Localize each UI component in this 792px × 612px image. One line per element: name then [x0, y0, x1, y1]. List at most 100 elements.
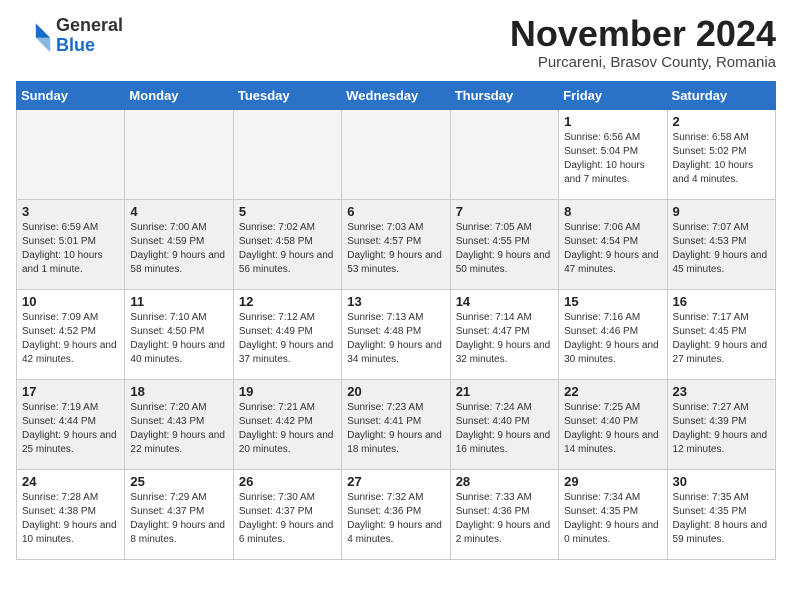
calendar-cell [233, 110, 341, 200]
day-number: 5 [239, 204, 336, 219]
day-info: Sunrise: 7:27 AM Sunset: 4:39 PM Dayligh… [673, 401, 770, 457]
day-number: 27 [347, 474, 444, 489]
day-number: 16 [673, 294, 770, 309]
day-number: 26 [239, 474, 336, 489]
day-number: 10 [22, 294, 119, 309]
day-info: Sunrise: 7:25 AM Sunset: 4:40 PM Dayligh… [564, 401, 661, 457]
day-info: Sunrise: 7:12 AM Sunset: 4:49 PM Dayligh… [239, 311, 336, 367]
calendar-week-row: 17 Sunrise: 7:19 AM Sunset: 4:44 PM Dayli… [17, 380, 776, 470]
day-number: 13 [347, 294, 444, 309]
day-number: 2 [673, 114, 770, 129]
calendar-cell: 21 Sunrise: 7:24 AM Sunset: 4:40 PM Dayli… [450, 380, 558, 470]
calendar-week-row: 1 Sunrise: 6:56 AM Sunset: 5:04 PM Daylig… [17, 110, 776, 200]
day-info: Sunrise: 7:03 AM Sunset: 4:57 PM Dayligh… [347, 221, 444, 277]
day-number: 1 [564, 114, 661, 129]
day-number: 15 [564, 294, 661, 309]
page-header: General Blue November 2024 Purcareni, Br… [16, 16, 776, 71]
calendar-cell: 1 Sunrise: 6:56 AM Sunset: 5:04 PM Daylig… [559, 110, 667, 200]
logo-icon [16, 18, 52, 54]
day-info: Sunrise: 7:17 AM Sunset: 4:45 PM Dayligh… [673, 311, 770, 367]
day-info: Sunrise: 7:09 AM Sunset: 4:52 PM Dayligh… [22, 311, 119, 367]
day-number: 14 [456, 294, 553, 309]
day-info: Sunrise: 7:34 AM Sunset: 4:35 PM Dayligh… [564, 491, 661, 547]
calendar-cell: 22 Sunrise: 7:25 AM Sunset: 4:40 PM Dayli… [559, 380, 667, 470]
month-title: November 2024 [510, 16, 776, 52]
day-number: 17 [22, 384, 119, 399]
day-info: Sunrise: 7:35 AM Sunset: 4:35 PM Dayligh… [673, 491, 770, 547]
calendar-table: SundayMondayTuesdayWednesdayThursdayFrid… [16, 81, 776, 560]
day-info: Sunrise: 7:14 AM Sunset: 4:47 PM Dayligh… [456, 311, 553, 367]
calendar-cell: 17 Sunrise: 7:19 AM Sunset: 4:44 PM Dayli… [17, 380, 125, 470]
day-info: Sunrise: 7:05 AM Sunset: 4:55 PM Dayligh… [456, 221, 553, 277]
calendar-cell: 11Sunrise: 7:10 AM Sunset: 4:50 PM Dayli… [125, 290, 233, 380]
calendar-cell: 29 Sunrise: 7:34 AM Sunset: 4:35 PM Dayli… [559, 470, 667, 560]
day-number: 12 [239, 294, 336, 309]
day-number: 7 [456, 204, 553, 219]
day-number: 28 [456, 474, 553, 489]
day-info: Sunrise: 7:28 AM Sunset: 4:38 PM Dayligh… [22, 491, 119, 547]
calendar-cell: 28 Sunrise: 7:33 AM Sunset: 4:36 PM Dayli… [450, 470, 558, 560]
calendar-cell: 15Sunrise: 7:16 AM Sunset: 4:46 PM Dayli… [559, 290, 667, 380]
day-number: 3 [22, 204, 119, 219]
calendar-cell: 20 Sunrise: 7:23 AM Sunset: 4:41 PM Dayli… [342, 380, 450, 470]
calendar-cell: 2 Sunrise: 6:58 AM Sunset: 5:02 PM Daylig… [667, 110, 775, 200]
calendar-cell: 18 Sunrise: 7:20 AM Sunset: 4:43 PM Dayli… [125, 380, 233, 470]
calendar-cell: 25Sunrise: 7:29 AM Sunset: 4:37 PM Dayli… [125, 470, 233, 560]
day-number: 23 [673, 384, 770, 399]
day-info: Sunrise: 7:21 AM Sunset: 4:42 PM Dayligh… [239, 401, 336, 457]
day-info: Sunrise: 7:32 AM Sunset: 4:36 PM Dayligh… [347, 491, 444, 547]
calendar-cell [125, 110, 233, 200]
day-number: 8 [564, 204, 661, 219]
day-info: Sunrise: 7:23 AM Sunset: 4:41 PM Dayligh… [347, 401, 444, 457]
day-info: Sunrise: 7:33 AM Sunset: 4:36 PM Dayligh… [456, 491, 553, 547]
day-number: 18 [130, 384, 227, 399]
weekday-header-tuesday: Tuesday [233, 82, 341, 110]
weekday-header-thursday: Thursday [450, 82, 558, 110]
day-number: 22 [564, 384, 661, 399]
day-info: Sunrise: 6:56 AM Sunset: 5:04 PM Dayligh… [564, 131, 661, 187]
day-info: Sunrise: 7:20 AM Sunset: 4:43 PM Dayligh… [130, 401, 227, 457]
weekday-header-friday: Friday [559, 82, 667, 110]
calendar-cell: 6 Sunrise: 7:03 AM Sunset: 4:57 PM Daylig… [342, 200, 450, 290]
day-number: 21 [456, 384, 553, 399]
weekday-header-wednesday: Wednesday [342, 82, 450, 110]
day-number: 30 [673, 474, 770, 489]
day-number: 6 [347, 204, 444, 219]
calendar-cell: 24 Sunrise: 7:28 AM Sunset: 4:38 PM Dayli… [17, 470, 125, 560]
logo-blue-text: Blue [56, 35, 95, 55]
calendar-cell: 10 Sunrise: 7:09 AM Sunset: 4:52 PM Dayli… [17, 290, 125, 380]
day-number: 19 [239, 384, 336, 399]
logo: General Blue [16, 16, 123, 56]
calendar-cell: 27 Sunrise: 7:32 AM Sunset: 4:36 PM Dayli… [342, 470, 450, 560]
calendar-cell: 9Sunrise: 7:07 AM Sunset: 4:53 PM Daylig… [667, 200, 775, 290]
day-info: Sunrise: 7:24 AM Sunset: 4:40 PM Dayligh… [456, 401, 553, 457]
day-info: Sunrise: 7:30 AM Sunset: 4:37 PM Dayligh… [239, 491, 336, 547]
calendar-cell [450, 110, 558, 200]
day-info: Sunrise: 7:19 AM Sunset: 4:44 PM Dayligh… [22, 401, 119, 457]
weekday-header-sunday: Sunday [17, 82, 125, 110]
day-number: 29 [564, 474, 661, 489]
day-info: Sunrise: 6:58 AM Sunset: 5:02 PM Dayligh… [673, 131, 770, 187]
day-info: Sunrise: 6:59 AM Sunset: 5:01 PM Dayligh… [22, 221, 119, 277]
day-number: 20 [347, 384, 444, 399]
calendar-week-row: 10 Sunrise: 7:09 AM Sunset: 4:52 PM Dayli… [17, 290, 776, 380]
calendar-cell: 23 Sunrise: 7:27 AM Sunset: 4:39 PM Dayli… [667, 380, 775, 470]
calendar-cell: 30 Sunrise: 7:35 AM Sunset: 4:35 PM Dayli… [667, 470, 775, 560]
calendar-cell: 13Sunrise: 7:13 AM Sunset: 4:48 PM Dayli… [342, 290, 450, 380]
weekday-header-row: SundayMondayTuesdayWednesdayThursdayFrid… [17, 82, 776, 110]
logo-text: General Blue [56, 16, 123, 56]
calendar-cell: 16 Sunrise: 7:17 AM Sunset: 4:45 PM Dayli… [667, 290, 775, 380]
location-text: Purcareni, Brasov County, Romania [510, 54, 776, 71]
calendar-week-row: 3 Sunrise: 6:59 AM Sunset: 5:01 PM Daylig… [17, 200, 776, 290]
calendar-cell [17, 110, 125, 200]
calendar-cell: 5Sunrise: 7:02 AM Sunset: 4:58 PM Daylig… [233, 200, 341, 290]
calendar-cell: 26 Sunrise: 7:30 AM Sunset: 4:37 PM Dayli… [233, 470, 341, 560]
day-number: 25 [130, 474, 227, 489]
calendar-cell: 3 Sunrise: 6:59 AM Sunset: 5:01 PM Daylig… [17, 200, 125, 290]
day-number: 24 [22, 474, 119, 489]
calendar-cell: 19 Sunrise: 7:21 AM Sunset: 4:42 PM Dayli… [233, 380, 341, 470]
calendar-cell: 8Sunrise: 7:06 AM Sunset: 4:54 PM Daylig… [559, 200, 667, 290]
calendar-cell: 7 Sunrise: 7:05 AM Sunset: 4:55 PM Daylig… [450, 200, 558, 290]
calendar-week-row: 24 Sunrise: 7:28 AM Sunset: 4:38 PM Dayli… [17, 470, 776, 560]
weekday-header-monday: Monday [125, 82, 233, 110]
